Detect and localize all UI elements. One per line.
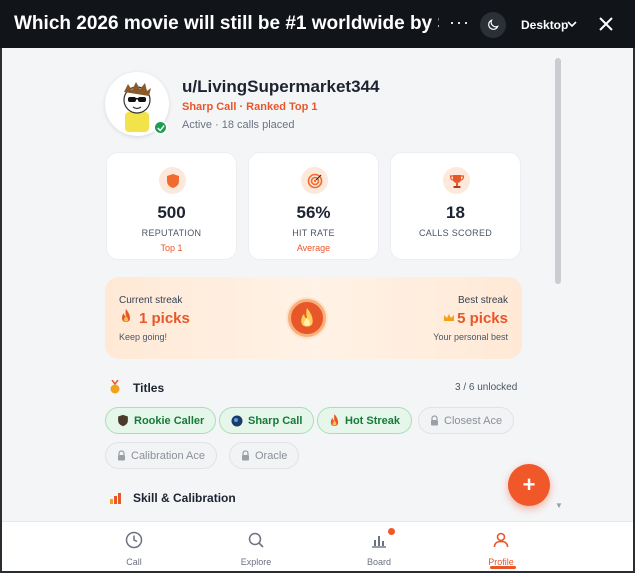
nav-label: Board — [366, 557, 392, 567]
clock-icon — [125, 531, 143, 549]
person-icon — [493, 532, 509, 548]
stat-label: CALLS SCORED — [418, 228, 493, 238]
verified-shield-icon — [153, 120, 168, 135]
chip-label: Oracle — [255, 449, 288, 462]
lock-icon — [430, 415, 439, 426]
bottom-nav: Call Explore Board Profile — [2, 521, 633, 571]
best-streak-note: Your personal best — [433, 332, 508, 342]
chip-label: Sharp Call — [248, 414, 303, 427]
title-chip-calibration-ace[interactable]: Calibration Ace — [105, 442, 217, 469]
globe-icon — [231, 415, 243, 427]
nav-item-board[interactable]: Board — [339, 531, 419, 567]
username: u/LivingSupermarket344 — [182, 77, 380, 96]
stat-label: REPUTATION — [141, 228, 202, 238]
flame-icon — [120, 309, 132, 328]
scroll-down-arrow-icon[interactable]: ▼ — [555, 501, 563, 510]
nav-item-call[interactable]: Call — [94, 531, 174, 567]
chip-label: Closest Ace — [444, 414, 503, 427]
stat-value: 500 — [157, 203, 186, 222]
lock-icon — [117, 450, 126, 461]
flame-icon — [329, 414, 340, 427]
title-chip-oracle[interactable]: Oracle — [229, 442, 300, 469]
stat-card-hit-rate: 56% HIT RATE Average — [248, 152, 379, 260]
profile-panel: ▼ u/LivingSupermarket344 Sharp Call · Ra… — [2, 48, 633, 521]
device-selector[interactable]: Desktop — [521, 18, 568, 32]
stat-sub: Top 1 — [160, 243, 183, 253]
medal-icon — [109, 379, 121, 399]
streak-banner: Current streak 1 picks Keep going! Best … — [105, 277, 522, 359]
bar-chart-icon — [109, 491, 122, 509]
stat-value: 18 — [446, 203, 465, 222]
search-icon — [248, 532, 264, 548]
lock-icon — [241, 450, 250, 461]
best-streak-value: 5 picks — [457, 310, 508, 327]
moon-icon[interactable] — [480, 12, 506, 38]
crown-icon — [443, 310, 455, 328]
nav-label: Explore — [240, 557, 272, 567]
chevron-down-icon[interactable] — [567, 20, 577, 28]
titles-unlocked-count: 3 / 6 unlocked — [455, 382, 518, 393]
nav-item-profile[interactable]: Profile — [461, 531, 541, 567]
chip-label: Rookie Caller — [134, 414, 205, 427]
bar-chart-icon — [372, 536, 386, 548]
shield-icon — [159, 167, 186, 194]
skill-calibration-heading: Skill & Calibration — [133, 491, 236, 505]
target-icon — [301, 167, 328, 194]
title-chip-rookie-caller[interactable]: Rookie Caller — [105, 407, 217, 434]
active-tab-indicator — [490, 566, 516, 569]
close-icon[interactable] — [598, 16, 614, 32]
add-call-button[interactable]: + — [508, 464, 550, 506]
current-streak-label: Current streak — [119, 295, 183, 306]
current-streak-note: Keep going! — [119, 332, 168, 342]
nav-item-explore[interactable]: Explore — [216, 531, 296, 567]
shield-badge-icon — [117, 414, 129, 427]
stat-card-reputation: 500 REPUTATION Top 1 — [106, 152, 237, 260]
window-header: Which 2026 movie will still be #1 worldw… — [0, 0, 635, 48]
titles-heading: Titles — [133, 381, 165, 395]
title-chip-closest-ace[interactable]: Closest Ace — [418, 407, 515, 434]
stat-label: HIT RATE — [292, 228, 335, 238]
title-chip-hot-streak[interactable]: Hot Streak — [317, 407, 413, 434]
nav-label: Call — [126, 557, 142, 567]
title-chip-sharp-call[interactable]: Sharp Call — [219, 407, 315, 434]
notification-dot — [388, 528, 395, 535]
more-dots-icon[interactable]: ··· — [449, 12, 470, 33]
streak-flame-badge-icon — [288, 299, 326, 337]
current-streak-value: 1 picks — [139, 310, 190, 327]
trophy-icon — [443, 167, 470, 194]
best-streak-label: Best streak — [457, 295, 508, 306]
rank-line: Sharp Call · Ranked Top 1 — [182, 101, 318, 113]
scrollbar[interactable] — [555, 58, 561, 284]
chip-label: Hot Streak — [345, 414, 401, 427]
stat-value: 56% — [296, 203, 331, 222]
stat-card-calls-scored: 18 CALLS SCORED — [390, 152, 521, 260]
chip-label: Calibration Ace — [131, 449, 205, 462]
activity-line: Active · 18 calls placed — [182, 119, 295, 131]
stat-sub: Average — [296, 243, 331, 253]
page-title: Which 2026 movie will still be #1 worldw… — [14, 13, 439, 34]
